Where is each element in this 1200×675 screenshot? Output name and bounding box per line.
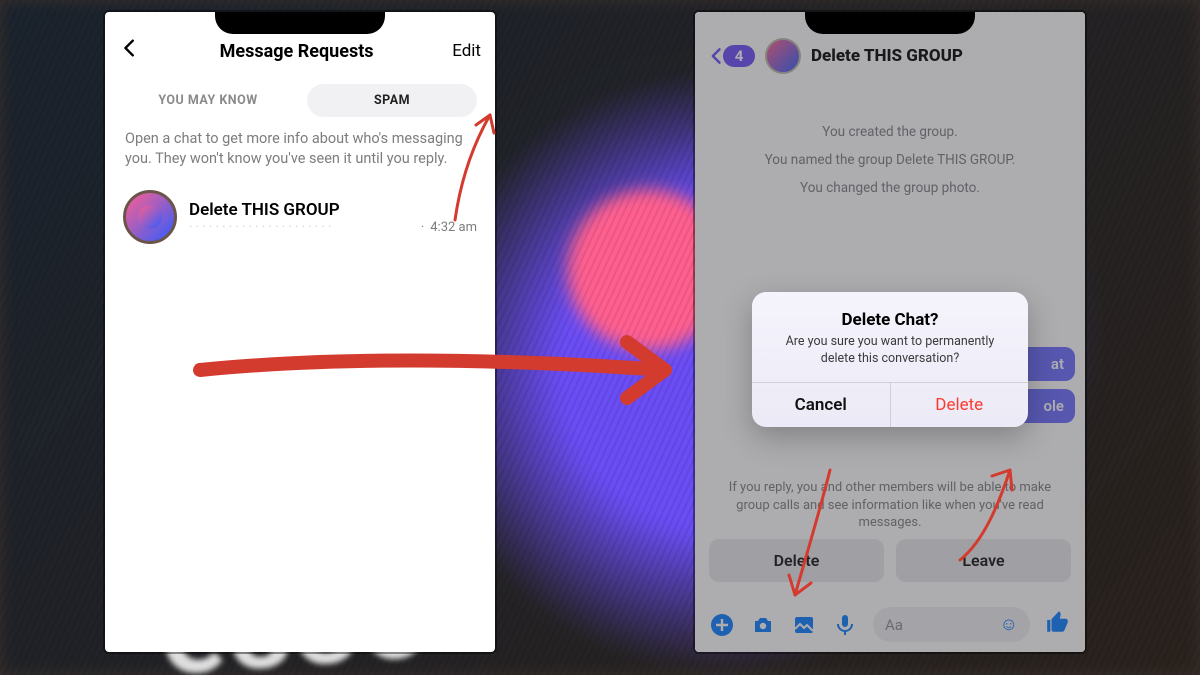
meta-separator: · (421, 220, 424, 235)
group-avatar (123, 190, 177, 244)
chat-request-info: Delete THIS GROUP · · · · · · · · · · · … (189, 200, 477, 235)
chat-name: Delete THIS GROUP (189, 200, 477, 220)
page-title: Message Requests (220, 41, 374, 62)
alert-cancel-button[interactable]: Cancel (752, 383, 891, 427)
edit-button[interactable]: Edit (452, 41, 481, 61)
tab-you-may-know[interactable]: YOU MAY KNOW (123, 84, 293, 117)
tutorial-canvas: esso Message Requests Edit YOU MAY KNOW … (0, 0, 1200, 675)
tab-spam[interactable]: SPAM (307, 84, 477, 117)
alert-body: Delete Chat? Are you sure you want to pe… (752, 292, 1028, 382)
alert-delete-button[interactable]: Delete (891, 383, 1029, 427)
alert-title: Delete Chat? (770, 310, 1010, 330)
spam-helper-text: Open a chat to get more info about who's… (105, 123, 495, 182)
chat-meta: · · · · · · · · · · · · · · · · · · · · … (189, 220, 477, 235)
delete-chat-alert: Delete Chat? Are you sure you want to pe… (752, 292, 1028, 427)
chat-time: 4:32 am (430, 220, 477, 235)
chat-preview-redacted: · · · · · · · · · · · · · · · · · · · · … (189, 220, 415, 235)
back-button[interactable] (119, 36, 141, 66)
device-notch (215, 12, 385, 34)
phone-delete-chat: 4 Delete THIS GROUP You created the grou… (695, 12, 1085, 652)
alert-message: Are you sure you want to permanently del… (770, 334, 1010, 368)
request-tabs: YOU MAY KNOW SPAM (105, 74, 495, 123)
alert-buttons: Cancel Delete (752, 382, 1028, 427)
device-notch (805, 12, 975, 34)
phone-message-requests: Message Requests Edit YOU MAY KNOW SPAM … (105, 12, 495, 652)
chat-request-item[interactable]: Delete THIS GROUP · · · · · · · · · · · … (105, 182, 495, 252)
chevron-left-icon (119, 37, 141, 59)
